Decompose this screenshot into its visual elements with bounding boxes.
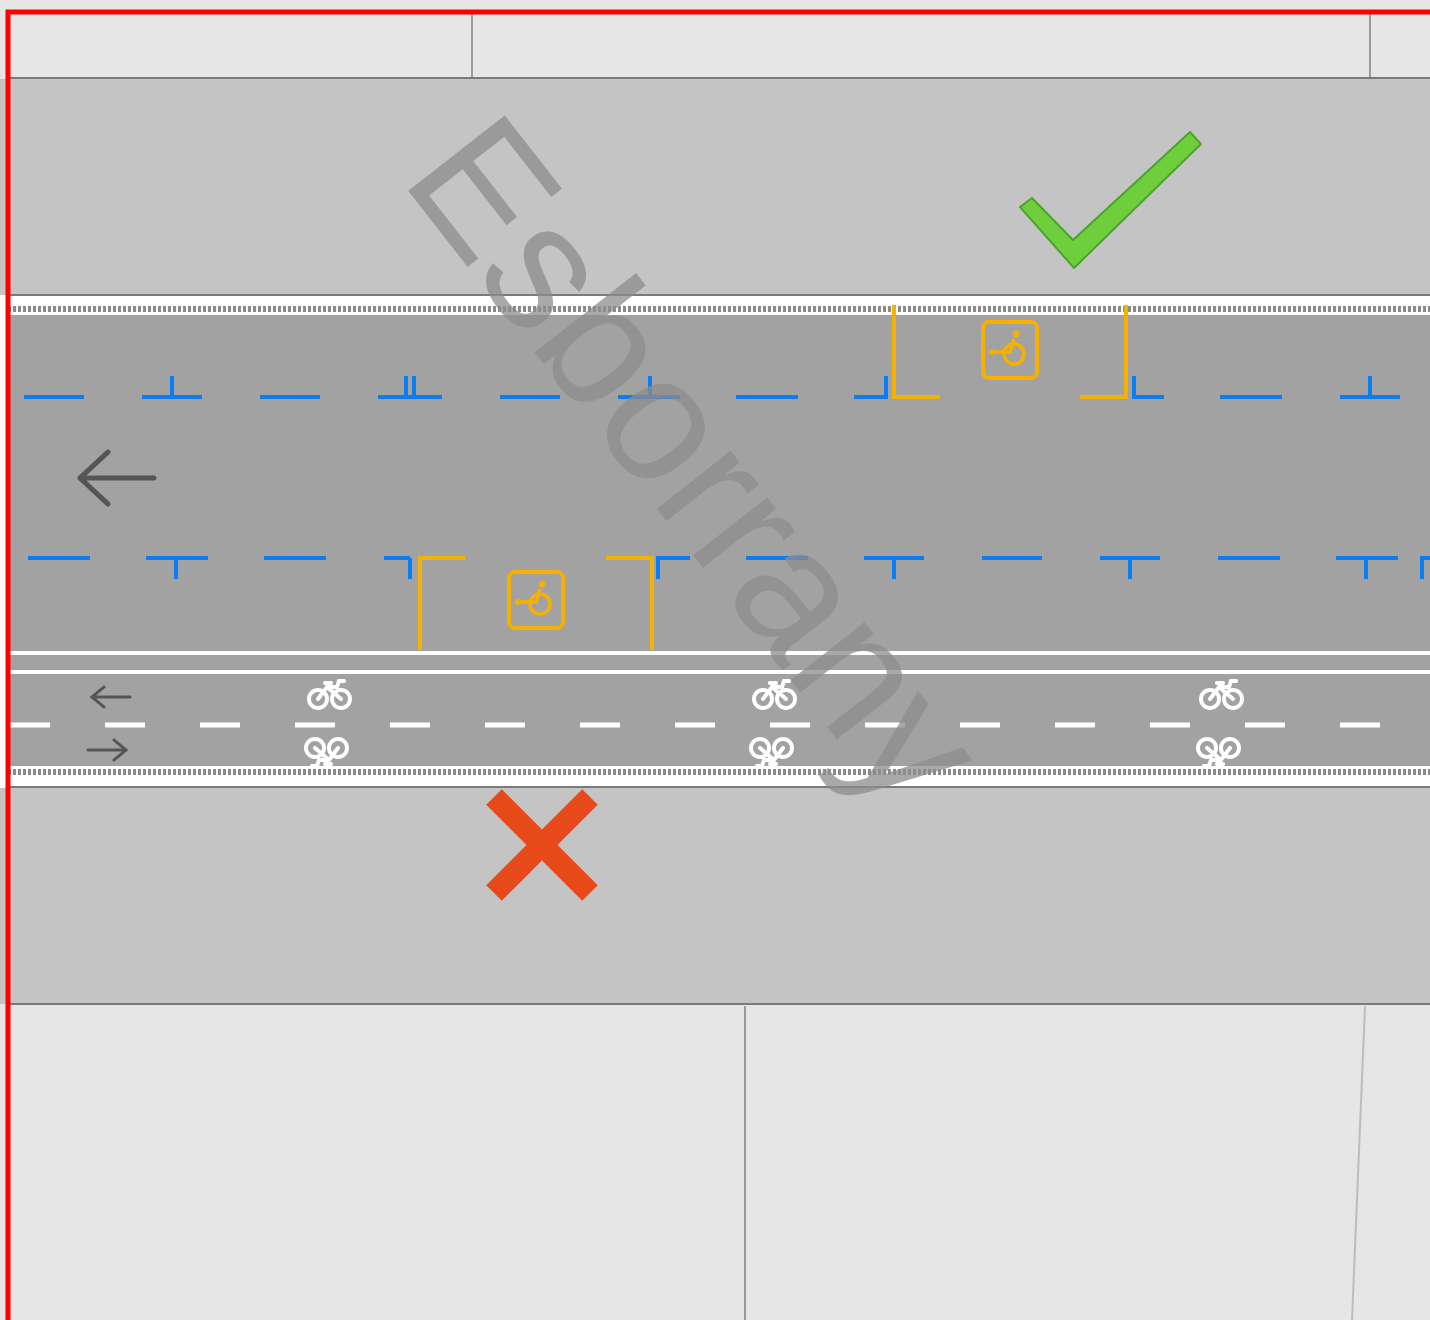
street-diagram: Esborrany [0, 0, 1430, 1320]
lower-block [0, 1003, 1430, 1320]
lower-sidewalk [0, 788, 1430, 1004]
upper-sidewalk [0, 79, 1430, 295]
upper-curb [8, 294, 1430, 315]
lower-curb [8, 766, 1430, 788]
